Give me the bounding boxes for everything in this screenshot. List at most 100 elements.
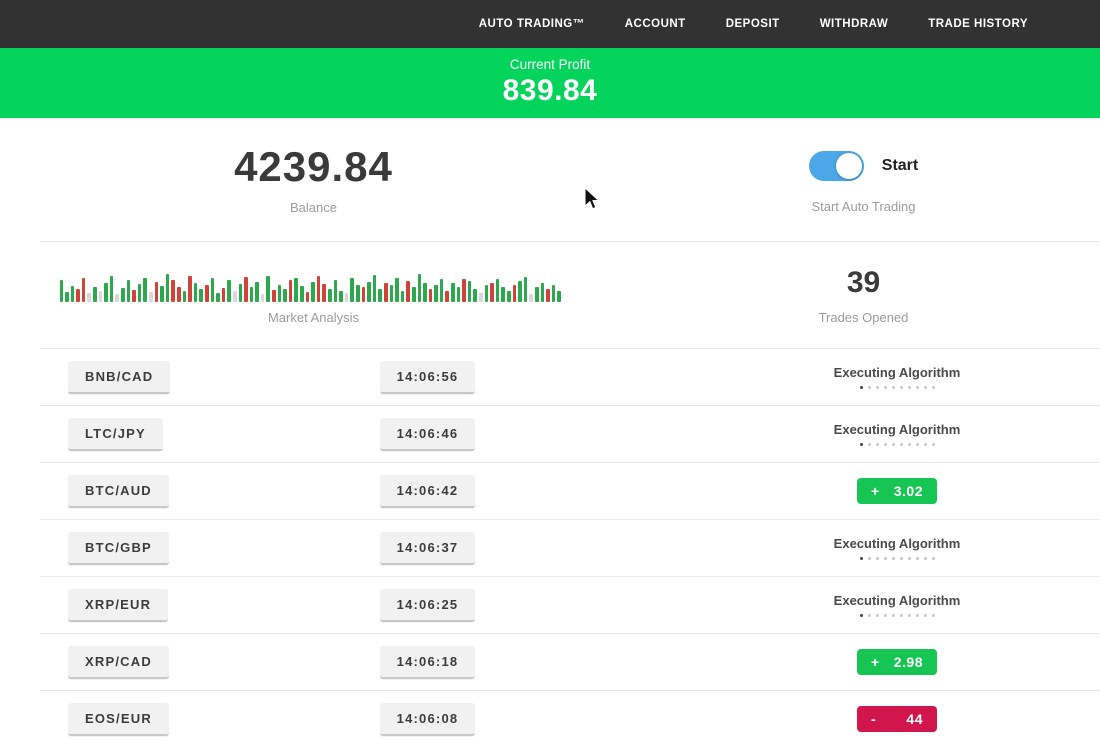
progress-dot <box>868 557 871 560</box>
market-bar <box>334 280 338 302</box>
market-bar <box>99 291 103 302</box>
balance-block: 4239.84 Balance <box>0 146 627 215</box>
market-bar <box>524 277 528 302</box>
market-bar <box>485 285 489 302</box>
progress-dot <box>916 614 919 617</box>
market-bar <box>434 285 438 302</box>
market-bar <box>373 275 377 302</box>
progress-dot <box>876 614 879 617</box>
progress-dot <box>892 443 895 446</box>
trade-result: +2.98 <box>767 649 1027 675</box>
market-bar <box>322 284 326 302</box>
auto-trading-toggle[interactable] <box>809 151 864 181</box>
market-bar <box>529 294 533 302</box>
progress-dot <box>884 557 887 560</box>
market-bar <box>395 278 399 302</box>
market-bar <box>300 286 304 302</box>
market-bar <box>490 283 494 302</box>
market-bar <box>65 292 69 302</box>
market-bar <box>468 281 472 302</box>
trade-result: Executing Algorithm <box>767 365 1027 389</box>
market-bar <box>462 279 466 302</box>
progress-dot <box>908 386 911 389</box>
trades-opened-value: 39 <box>627 268 1100 298</box>
trade-result: Executing Algorithm <box>767 422 1027 446</box>
market-bar <box>183 291 187 302</box>
time-badge: 14:06:37 <box>380 532 476 565</box>
progress-dot <box>916 386 919 389</box>
nav-item-trade-history[interactable]: TRADE HISTORY <box>928 18 1028 30</box>
result-sign: - <box>871 711 876 727</box>
market-bar <box>479 293 483 302</box>
progress-dot <box>924 386 927 389</box>
progress-dot <box>932 443 935 446</box>
market-bar <box>552 285 556 302</box>
time-badge: 14:06:18 <box>380 646 476 679</box>
market-bar <box>132 290 136 302</box>
top-nav: AUTO TRADING™ ACCOUNT DEPOSIT WITHDRAW TRADE… <box>0 0 1100 48</box>
executing-label: Executing Algorithm <box>767 365 1027 380</box>
market-bar <box>429 289 433 302</box>
time-badge: 14:06:46 <box>380 418 476 451</box>
progress-dots <box>767 614 1027 617</box>
progress-dots <box>767 386 1027 389</box>
trade-row: EOS/EUR 14:06:08 -44 <box>40 691 1100 742</box>
market-bar <box>171 280 175 302</box>
market-bar <box>82 278 86 302</box>
market-bar <box>166 274 170 302</box>
pair-badge: XRP/CAD <box>68 646 169 679</box>
executing-label: Executing Algorithm <box>767 593 1027 608</box>
progress-dot <box>900 443 903 446</box>
trade-row: BTC/AUD 14:06:42 +3.02 <box>40 463 1100 520</box>
progress-dots <box>767 557 1027 560</box>
pair-badge: EOS/EUR <box>68 703 169 736</box>
nav-item-auto-trading[interactable]: AUTO TRADING™ <box>479 18 585 30</box>
app-window: AUTO TRADING™ ACCOUNT DEPOSIT WITHDRAW TRADE… <box>0 0 1100 742</box>
progress-dot <box>876 443 879 446</box>
trade-row: XRP/EUR 14:06:25 Executing Algorithm <box>40 577 1100 634</box>
market-bar <box>87 293 91 302</box>
balance-row: 4239.84 Balance Start Start Auto Trading <box>0 118 1100 215</box>
profit-value: 839.84 <box>0 74 1100 108</box>
progress-dot <box>868 614 871 617</box>
market-bar <box>440 279 444 302</box>
market-bar <box>289 280 293 302</box>
executing-label: Executing Algorithm <box>767 536 1027 551</box>
market-bar <box>473 289 477 302</box>
progress-dot <box>924 443 927 446</box>
pair-badge: BNB/CAD <box>68 361 170 394</box>
profit-label: Current Profit <box>0 57 1100 72</box>
trade-row: LTC/JPY 14:06:46 Executing Algorithm <box>40 406 1100 463</box>
market-bar <box>513 285 517 302</box>
market-bar <box>406 281 410 302</box>
nav-item-account[interactable]: ACCOUNT <box>625 18 686 30</box>
trade-row: XRP/CAD 14:06:18 +2.98 <box>40 634 1100 691</box>
market-bar <box>149 292 153 302</box>
nav-item-withdraw[interactable]: WITHDRAW <box>820 18 889 30</box>
progress-dot <box>884 443 887 446</box>
progress-dot <box>860 443 863 446</box>
result-sign: + <box>871 654 880 670</box>
market-bar <box>71 286 75 302</box>
toggle-label: Start <box>882 157 918 175</box>
market-bar <box>194 283 198 302</box>
progress-dot <box>908 557 911 560</box>
market-bar <box>378 289 382 302</box>
toggle-knob <box>836 153 862 179</box>
progress-dot <box>868 443 871 446</box>
time-badge: 14:06:56 <box>380 361 476 394</box>
market-bar <box>367 282 371 302</box>
market-analysis-block: Market Analysis <box>0 264 627 325</box>
market-bar <box>127 280 131 302</box>
nav-item-deposit[interactable]: DEPOSIT <box>726 18 780 30</box>
market-bar <box>155 282 159 302</box>
executing-label: Executing Algorithm <box>767 422 1027 437</box>
market-bar <box>501 287 505 302</box>
progress-dot <box>932 386 935 389</box>
market-bar <box>423 283 427 302</box>
dashboard: 4239.84 Balance Start Start Auto Trading… <box>0 118 1100 742</box>
pair-badge: LTC/JPY <box>68 418 163 451</box>
result-sign: + <box>871 483 880 499</box>
market-bar <box>60 280 64 302</box>
time-badge: 14:06:42 <box>380 475 476 508</box>
